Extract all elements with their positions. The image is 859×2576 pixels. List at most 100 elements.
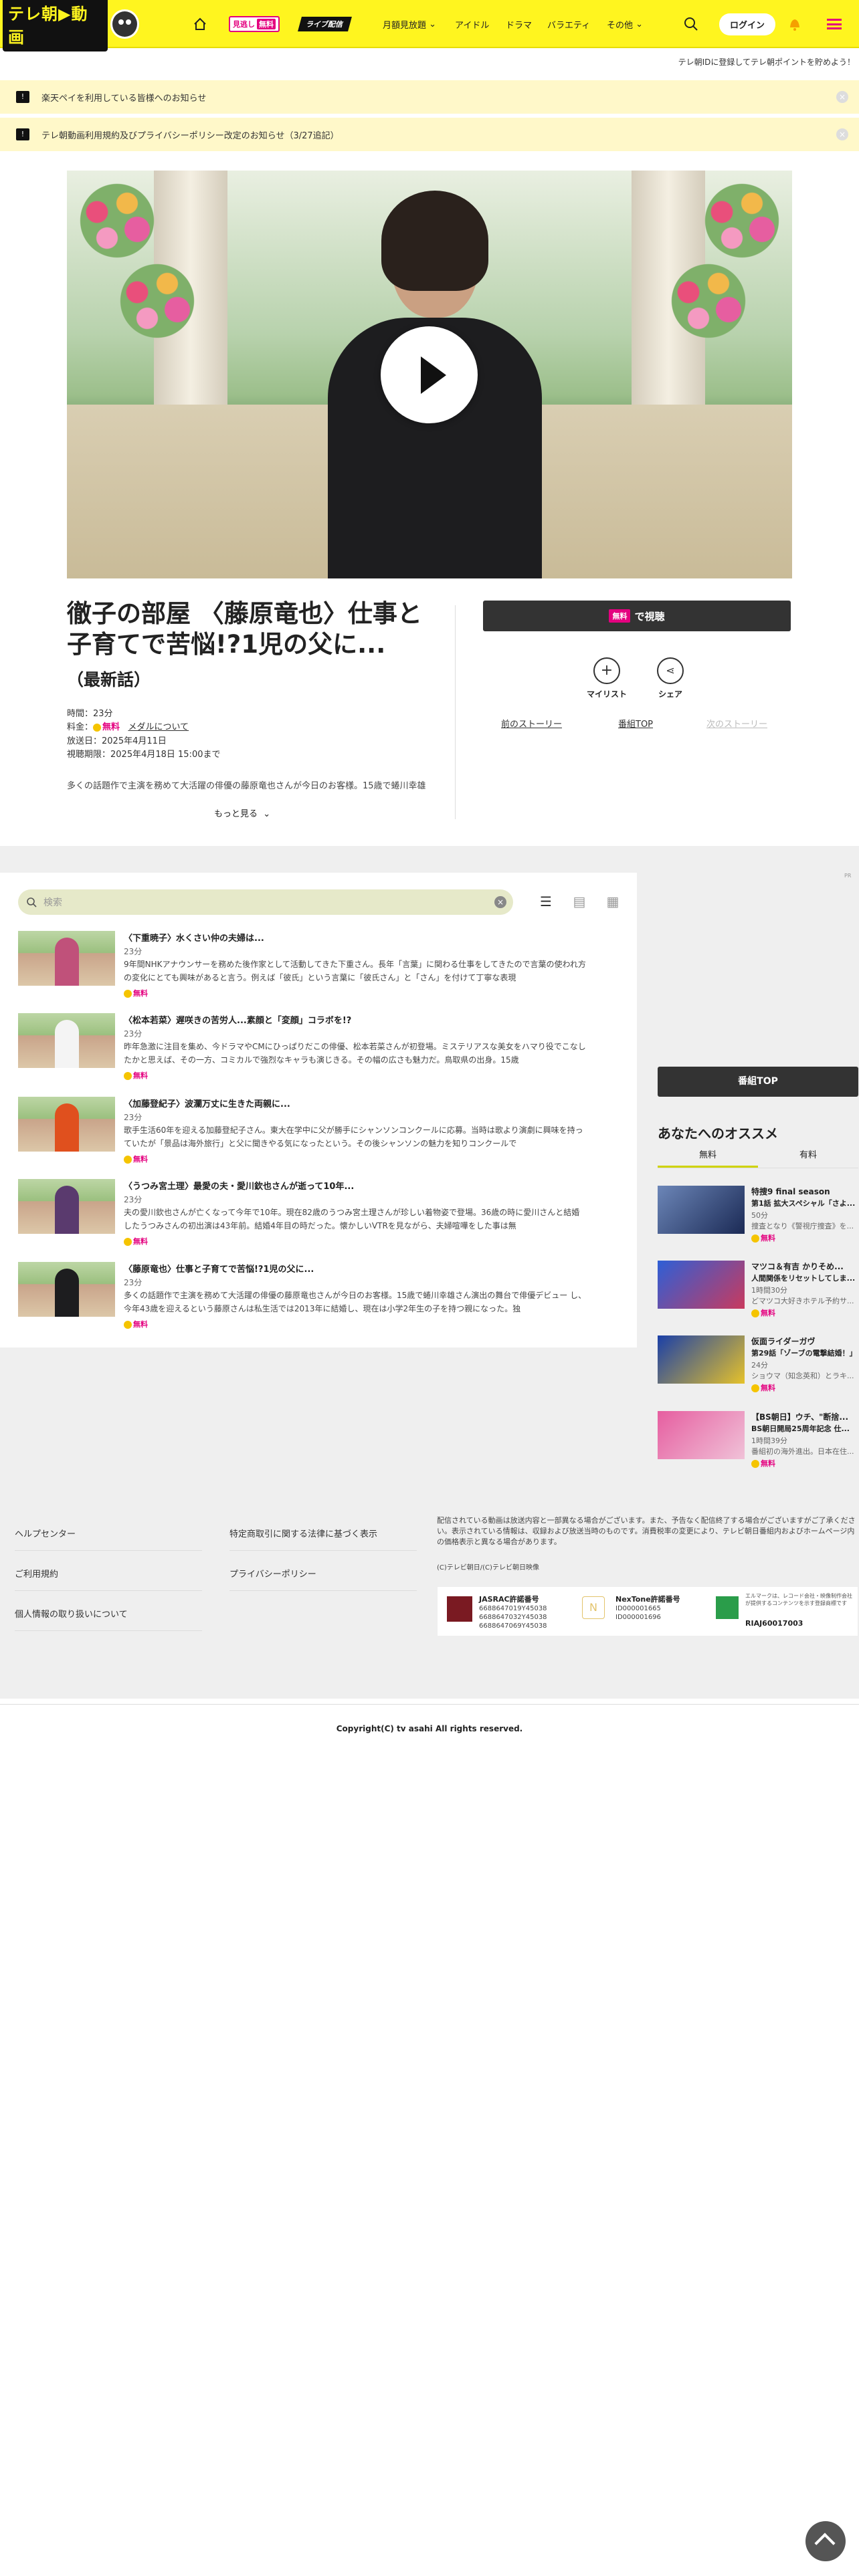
site-logo[interactable]: テレ朝▶動画 bbox=[0, 0, 139, 51]
episode-duration: 23分 bbox=[124, 1278, 142, 1287]
recommend-item[interactable]: 【BS朝日】ウチ、"断捨... BS朝日開局25周年記念 仕... 1時間39分 番組… bbox=[658, 1411, 858, 1471]
recommend-duration: 1時間30分 bbox=[751, 1286, 787, 1295]
episode-item[interactable]: 〈うつみ宮土理〉最愛の夫・愛川欽也さんが逝って10年... 23分 夫の愛川欽也さん… bbox=[18, 1179, 587, 1253]
nav-monthly[interactable]: 月額見放題 ⌄ bbox=[383, 0, 436, 48]
episode-item[interactable]: 〈加藤登紀子〉波瀾万丈に生きた両親に... 23分 歌手生活60年を迎える加藤登紀子… bbox=[18, 1097, 587, 1170]
episode-thumbnail[interactable] bbox=[18, 1262, 115, 1317]
recommend-free-label: 無料 bbox=[761, 1309, 775, 1317]
mylist-button[interactable]: + マイリスト bbox=[587, 657, 627, 700]
episode-thumbnail[interactable] bbox=[18, 1013, 115, 1068]
episode-thumbnail[interactable] bbox=[18, 1179, 115, 1234]
episode-description: 9年間NHKアナウンサーを務めた後作家として活動してきた下重さん。長年「言葉」に… bbox=[124, 960, 586, 982]
episode-price: 無料 bbox=[124, 988, 148, 998]
close-icon[interactable]: × bbox=[836, 128, 848, 140]
watch-badge: 無料 bbox=[609, 609, 631, 623]
episode-thumbnail[interactable] bbox=[18, 931, 115, 986]
recommend-thumbnail[interactable] bbox=[658, 1335, 745, 1384]
search-input[interactable]: 検索 × bbox=[18, 889, 513, 915]
nav-idol[interactable]: アイドル bbox=[455, 0, 489, 48]
medal-info-link[interactable]: メダルについて bbox=[128, 722, 189, 732]
close-icon[interactable]: × bbox=[836, 91, 848, 103]
lmark-number: RIAJ60017003 bbox=[745, 1619, 803, 1628]
recommend-thumbnail[interactable] bbox=[658, 1186, 745, 1234]
back-to-top-button[interactable] bbox=[805, 2521, 846, 2561]
program-top-link[interactable]: 番組TOP bbox=[618, 717, 653, 730]
menu-icon[interactable] bbox=[827, 0, 842, 48]
free-catchup-link[interactable]: 見逃し 無料 bbox=[229, 0, 280, 48]
mascot-icon bbox=[110, 9, 139, 39]
clear-icon[interactable]: × bbox=[494, 896, 506, 908]
search-placeholder: 検索 bbox=[43, 897, 62, 908]
recommend-description: どマツコ大好きホテル予約サ... bbox=[751, 1297, 854, 1305]
episode-duration: 23分 bbox=[124, 1029, 142, 1039]
price-value: 無料 bbox=[102, 722, 120, 732]
search-icon[interactable] bbox=[684, 0, 698, 48]
guest-figure bbox=[55, 1020, 79, 1068]
chevron-down-icon: ⌄ bbox=[636, 19, 644, 29]
notice-text: 楽天ペイを利用している皆様へのお知らせ bbox=[41, 93, 207, 104]
copyright: Copyright(C) tv asahi All rights reserve… bbox=[336, 1724, 523, 1733]
footer-help-link[interactable]: ヘルプセンター bbox=[15, 1527, 202, 1551]
program-title: 徹子の部屋 〈藤原竜也〉仕事と子育てで苦悩!?1児の父に... bbox=[67, 599, 422, 659]
compact-view-icon[interactable]: ▤ bbox=[571, 893, 588, 910]
episode-title: 〈うつみ宮土理〉最愛の夫・愛川欽也さんが逝って10年... bbox=[124, 1182, 355, 1192]
footer-privacy-policy-link[interactable]: プライバシーポリシー bbox=[229, 1567, 417, 1591]
share-button[interactable]: ⋖ シェア bbox=[657, 657, 684, 700]
recommend-thumbnail[interactable] bbox=[658, 1261, 745, 1309]
login-button[interactable]: ログイン bbox=[719, 13, 776, 35]
notice-bar[interactable]: ! 楽天ペイを利用している皆様へのお知らせ × bbox=[0, 80, 859, 114]
tab-paid[interactable]: 有料 bbox=[758, 1148, 858, 1160]
license-box: JASRAC許諾番号 6688647019Y45038 6688647032Y4… bbox=[437, 1586, 858, 1636]
price-label: 料金： bbox=[67, 722, 94, 732]
recommend-description: 捜査となり《警視庁捜査》を... bbox=[751, 1222, 854, 1230]
episode-item[interactable]: 〈下重暁子〉水くさい仲の夫婦は... 23分 9年間NHKアナウンサーを務めた後作家… bbox=[18, 931, 587, 1004]
notice-bar[interactable]: ! テレ朝動画利用規約及びプライバシーポリシー改定のお知らせ（3/27追記） × bbox=[0, 118, 859, 151]
promo-text[interactable]: テレ朝IDに登録してテレ朝ポイントを貯めよう！ bbox=[678, 56, 855, 68]
show-more-button[interactable]: もっと見る ⌄ bbox=[214, 807, 270, 819]
watch-free-button[interactable]: 無料 で視聴 bbox=[483, 601, 791, 631]
divider bbox=[0, 1704, 859, 1705]
medal-icon bbox=[751, 1384, 759, 1392]
episode-free-label: 無料 bbox=[133, 1320, 148, 1329]
recommend-item[interactable]: 仮面ライダーガヴ 第29話「ゾーブの電撃結婚！」 24分 ショウマ（知念英和）とラキ.… bbox=[658, 1335, 858, 1396]
tab-free[interactable]: 無料 bbox=[658, 1148, 758, 1168]
episode-thumbnail[interactable] bbox=[18, 1097, 115, 1152]
episode-duration: 23分 bbox=[124, 1113, 142, 1122]
footer-privacy-handling-link[interactable]: 個人情報の取り扱いについて bbox=[15, 1607, 202, 1631]
watch-label: で視聴 bbox=[634, 610, 665, 623]
home-icon[interactable] bbox=[193, 0, 207, 48]
recommend-item[interactable]: マツコ＆有吉 かりそめ... 人間関係をリセットしてしま... 1時間30分 どマツコ… bbox=[658, 1261, 858, 1321]
episode-title: 〈下重暁子〉水くさい仲の夫婦は... bbox=[124, 934, 264, 944]
guest-figure bbox=[55, 1269, 79, 1317]
episode-item[interactable]: 〈藤原竜也〉仕事と子育てで苦悩!?1児の父に... 23分 多くの話題作で主演を務め… bbox=[18, 1262, 587, 1335]
episode-free-label: 無料 bbox=[133, 1237, 148, 1246]
live-link[interactable]: ライブ配信 bbox=[298, 0, 352, 48]
episode-price: 無料 bbox=[124, 1236, 148, 1247]
recommend-thumbnail[interactable] bbox=[658, 1411, 745, 1459]
program-subtitle: （最新話） bbox=[67, 670, 151, 689]
list-view-icon[interactable]: ☰ bbox=[537, 893, 555, 910]
nextone-numbers: ID000001665 ID000001696 bbox=[615, 1605, 661, 1621]
play-button[interactable] bbox=[381, 326, 478, 423]
footer-commerce-link[interactable]: 特定商取引に関する法律に基づく表示 bbox=[229, 1527, 417, 1551]
nav-variety[interactable]: バラエティ bbox=[547, 0, 590, 48]
episode-item[interactable]: 〈松本若菜〉遅咲きの苦労人...素顔と「変顔」コラボを!? 23分 昨年急激に注目を… bbox=[18, 1013, 587, 1087]
nav-other[interactable]: その他 ⌄ bbox=[607, 0, 643, 48]
program-top-button[interactable]: 番組TOP bbox=[658, 1067, 858, 1097]
program-period: 視聴期限：2025年4月18日 15:00まで bbox=[67, 750, 221, 760]
medal-icon bbox=[124, 1321, 132, 1329]
prev-story-link[interactable]: 前のストーリー bbox=[501, 717, 562, 730]
recommend-item[interactable]: 特捜9 final season 第1話 拡大スペシャル「さよ... 50分 捜査とな… bbox=[658, 1186, 858, 1246]
footer-terms-link[interactable]: ご利用規約 bbox=[15, 1567, 202, 1591]
recommend-subtitle: 第1話 拡大スペシャル「さよ... bbox=[751, 1199, 856, 1208]
guest-figure bbox=[55, 938, 79, 986]
ad-label: PR bbox=[844, 873, 852, 879]
nextone-title: NexTone許諾番号 bbox=[615, 1595, 680, 1604]
notification-bell-icon[interactable] bbox=[788, 0, 801, 48]
nav-drama[interactable]: ドラマ bbox=[506, 0, 532, 48]
video-player[interactable] bbox=[67, 171, 792, 578]
plus-icon: + bbox=[593, 657, 620, 684]
nextone-logo: N bbox=[582, 1596, 605, 1619]
grid-view-icon[interactable]: ▦ bbox=[604, 893, 622, 910]
divider bbox=[455, 605, 456, 819]
